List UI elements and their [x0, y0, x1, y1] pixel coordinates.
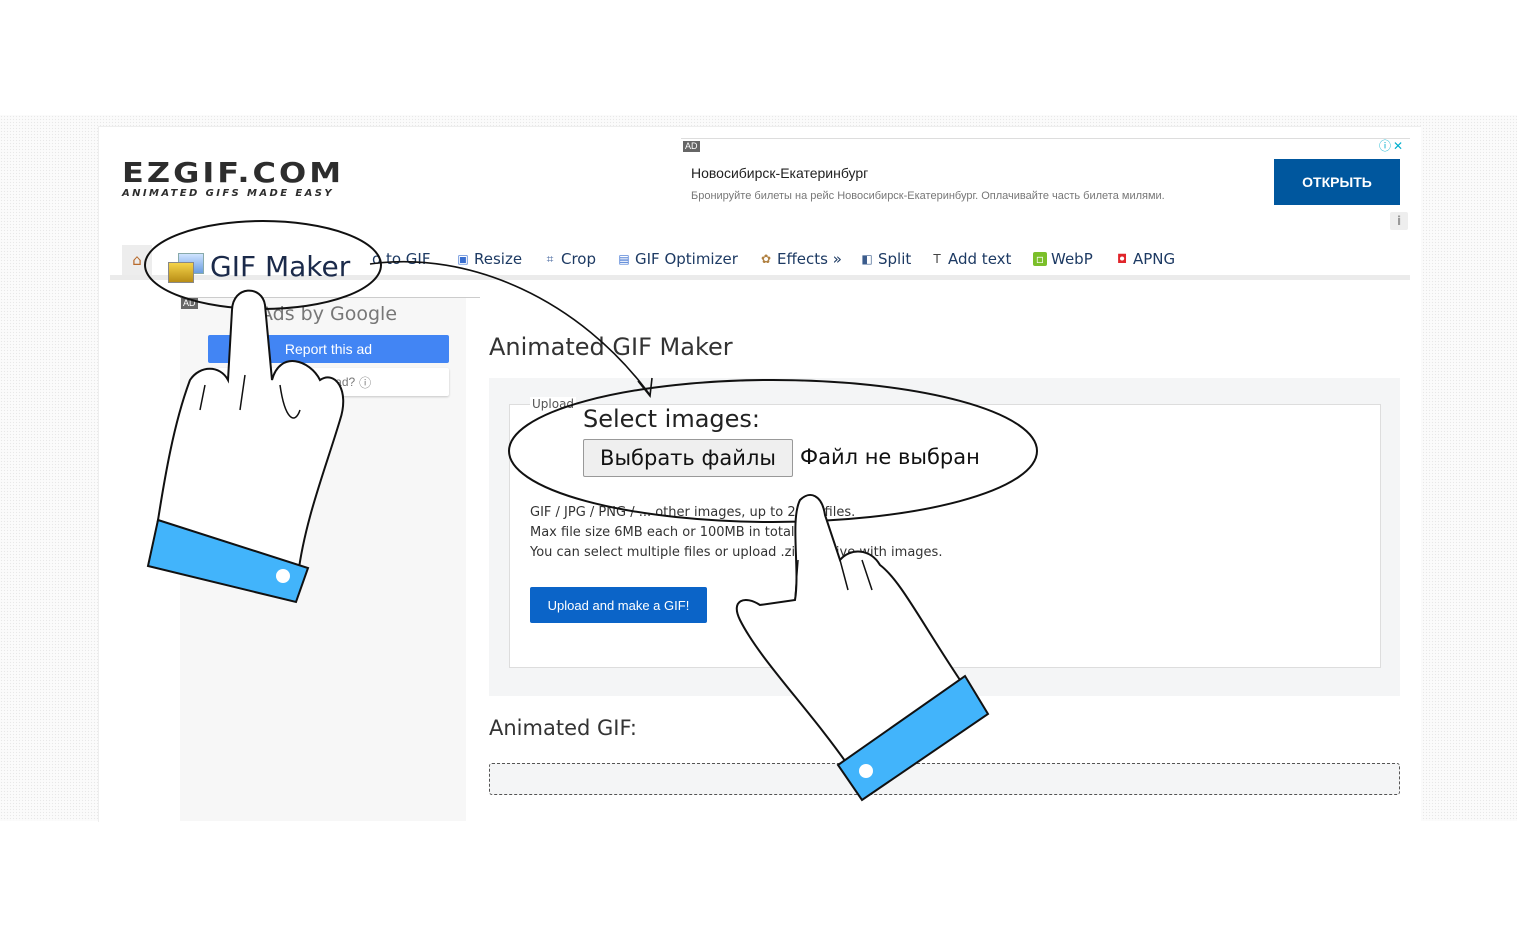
ad-choices[interactable]: ⓘ ✕ [1379, 139, 1409, 153]
nav-apng[interactable]: ◘ APNG [1115, 250, 1175, 268]
why-this-ad-button[interactable]: Why this ad? ⓘ [208, 368, 449, 396]
home-icon[interactable]: ⌂ [122, 245, 152, 275]
nav-video-to-gif[interactable]: o to GIF [372, 250, 430, 268]
sidebar-ad: AD Ads by Google Report this ad Why this… [180, 297, 480, 821]
nav-gif-optimizer[interactable]: ▤ GIF Optimizer [617, 250, 738, 268]
ad-badge: AD [181, 298, 198, 309]
upload-info: GIF / JPG / PNG / ... other images, up t… [530, 503, 942, 563]
nav-label: Effects » [777, 250, 842, 268]
ad-title[interactable]: Новосибирск-Екатеринбург [691, 165, 868, 181]
gif-maker-images-icon [168, 252, 204, 283]
upload-panel: Upload Select images: Выбрать файлы Файл… [489, 378, 1400, 696]
sidebar-divider [180, 297, 480, 298]
nav-webp[interactable]: ▫ WebP [1033, 250, 1093, 268]
animated-gif-output [489, 763, 1400, 795]
resize-icon: ▣ [457, 252, 469, 266]
fieldset-legend: Upload [530, 397, 577, 411]
report-ad-button[interactable]: Report this ad [208, 335, 449, 363]
nav-gif-maker-label: GIF Maker [210, 250, 351, 283]
nav-label: Split [878, 250, 912, 268]
ad-badge: AD [683, 141, 700, 152]
ezgif-logo[interactable]: EZGIF.COM ANIMATED GIFS MADE EASY [122, 156, 345, 199]
ad-open-button[interactable]: ОТКРЫТЬ [1274, 159, 1400, 205]
nav-effects[interactable]: ✿ Effects » [759, 250, 842, 268]
ad-description: Бронируйте билеты на рейс Новосибирск-Ек… [691, 190, 1165, 202]
info-circle-icon[interactable]: ⓘ [1379, 139, 1391, 153]
split-icon: ◧ [861, 252, 873, 266]
add-text-icon: T [933, 252, 941, 266]
close-x-icon[interactable]: ✕ [1393, 139, 1403, 153]
upload-make-gif-button[interactable]: Upload and make a GIF! [530, 587, 707, 623]
nav-label: WebP [1051, 250, 1093, 268]
choose-files-button[interactable]: Выбрать файлы [583, 439, 793, 477]
info-line: Max file size 6MB each or 100MB in total… [530, 525, 799, 540]
ads-by-google: Ads by Google [260, 303, 398, 325]
nav-gif-maker[interactable]: GIF Maker [168, 250, 350, 283]
why-label: Why this ad? [285, 375, 356, 389]
info-icon[interactable]: i [1390, 212, 1408, 230]
nav-label: Add text [948, 250, 1012, 268]
nav-label: APNG [1133, 250, 1176, 268]
page-title: Animated GIF Maker [489, 333, 733, 361]
nav-resize[interactable]: ▣ Resize [456, 250, 522, 268]
nav-label: o to GIF [372, 250, 431, 268]
top-banner-ad[interactable]: AD ⓘ ✕ Новосибирск-Екатеринбург Бронируй… [681, 138, 1410, 231]
nav-crop[interactable]: ⌗ Crop [543, 250, 596, 268]
info-line: You can select multiple files or upload … [530, 545, 943, 560]
nav-label: GIF Optimizer [635, 250, 738, 268]
webp-icon: ▫ [1033, 252, 1047, 266]
file-status: Файл не выбран [800, 445, 980, 469]
upload-fieldset: Upload Select images: Выбрать файлы Файл… [509, 397, 1381, 668]
animated-gif-heading: Animated GIF: [489, 716, 637, 740]
optimizer-icon: ▤ [618, 252, 630, 266]
apng-icon: ◘ [1116, 252, 1128, 266]
crop-icon: ⌗ [546, 252, 554, 266]
info-circle-icon: ⓘ [359, 375, 372, 390]
nav-add-text[interactable]: T Add text [930, 250, 1011, 268]
logo-tagline: ANIMATED GIFS MADE EASY [122, 188, 334, 199]
select-images-label: Select images: [583, 405, 761, 433]
palette-icon: ✿ [760, 252, 772, 266]
nav-label: Crop [561, 250, 597, 268]
info-line: GIF / JPG / PNG / ... other images, up t… [530, 505, 856, 520]
nav-split[interactable]: ◧ Split [860, 250, 911, 268]
logo-wordmark: EZGIF.COM [122, 156, 345, 189]
nav-label: Resize [474, 250, 523, 268]
